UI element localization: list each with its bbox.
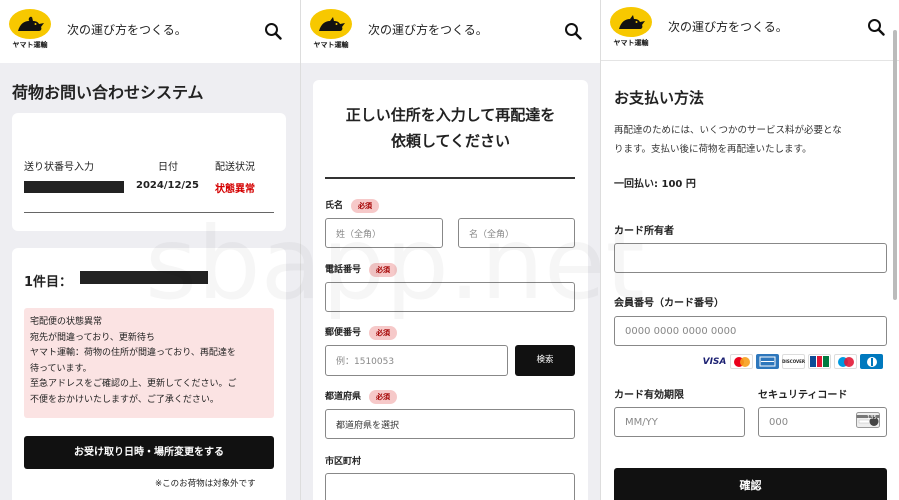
card-holder-input[interactable] <box>614 243 887 273</box>
name-label: 氏名 必須 <box>325 198 380 213</box>
date-value: 2024/12/25 <box>136 180 199 191</box>
card-number-input[interactable]: 0000 0000 0000 0000 <box>614 316 887 346</box>
redacted-item-number <box>80 271 208 284</box>
yamato-logo[interactable]: ヤマト運輸 <box>610 7 652 49</box>
divider <box>24 212 274 213</box>
status-badge: 状態異常 <box>215 184 255 195</box>
search-icon[interactable] <box>264 22 282 40</box>
confirm-button[interactable]: 確認 <box>614 468 887 500</box>
alert-line: 不便をおかけいたしますが、ご了承ください。 <box>30 394 219 405</box>
diners-icon <box>860 354 883 369</box>
amex-icon <box>756 354 779 369</box>
brand-name: ヤマト運輸 <box>12 41 48 49</box>
page-title: 荷物お問い合わせシステム <box>12 83 204 102</box>
alert-line: 宛先が間違っており、更新待ち <box>30 332 155 343</box>
payment-description-line2: ります。支払い後に荷物を再配達いたします。 <box>614 144 812 155</box>
alert-line: 宅配便の状態異常 <box>30 317 103 327</box>
slogan: 次の運び方をつくる。 <box>668 20 788 34</box>
tracking-panel: ヤマト運輸 次の運び方をつくる。 荷物お問い合わせシステム 送り状番号入力 日付… <box>0 0 300 500</box>
column-header-date: 日付 <box>158 162 178 173</box>
prefecture-label: 都道府県 必須 <box>325 389 398 404</box>
fee-amount: 一回払い: 100 円 <box>614 179 696 190</box>
site-header: ヤマト運輸 次の運び方をつくる。 <box>301 0 600 63</box>
site-header: ヤマト運輸 次の運び方をつくる。 <box>0 0 300 63</box>
address-panel: ヤマト運輸 次の運び方をつくる。 正しい住所を入力して再配達を 依頼してください… <box>300 0 600 500</box>
black-cat-icon <box>619 15 645 29</box>
footnote: ※このお荷物は対象外です <box>155 479 256 489</box>
scrollbar[interactable] <box>893 30 897 300</box>
slogan: 次の運び方をつくる。 <box>67 23 187 37</box>
visa-icon: VISA <box>702 354 727 369</box>
form-heading-line1: 正しい住所を入力して再配達を <box>345 106 556 124</box>
required-badge: 必須 <box>369 325 398 340</box>
black-cat-icon <box>18 16 44 31</box>
divider <box>325 177 575 179</box>
tracking-card: 送り状番号入力 日付 配送状況 2024/12/25 状態異常 <box>12 113 286 231</box>
cvc-placeholder: 000 <box>769 416 789 428</box>
last-name-input[interactable]: 姓（全角） <box>325 218 443 248</box>
postal-search-button[interactable]: 検索 <box>515 345 575 376</box>
required-badge: 必須 <box>369 262 398 277</box>
brand-name: ヤマト運輸 <box>313 41 349 49</box>
jcb-icon <box>808 354 831 369</box>
site-header: ヤマト運輸 次の運び方をつくる。 <box>601 0 899 60</box>
slogan: 次の運び方をつくる。 <box>368 23 488 37</box>
yamato-logo[interactable]: ヤマト運輸 <box>9 9 51 51</box>
card-number-label: 会員番号（カード番号） <box>614 298 724 309</box>
payment-description-line1: 再配達のためには、いくつかのサービス料が必要とな <box>614 125 842 136</box>
phone-label: 電話番号 必須 <box>325 262 398 277</box>
phone-input[interactable] <box>325 282 575 312</box>
alert-line: ヤマト運輸：荷物の住所が間違っており、再配達を <box>30 348 236 358</box>
item-label: 1件目： <box>24 275 73 290</box>
column-header-status: 配送状況 <box>215 162 255 173</box>
payment-title: お支払い方法 <box>614 89 705 107</box>
yamato-logo[interactable]: ヤマト運輸 <box>310 9 352 51</box>
alert-line: 至急アドレスをご確認の上、更新してください。ご <box>30 379 237 389</box>
header-divider <box>601 60 899 61</box>
required-badge: 必須 <box>369 389 398 404</box>
cvc-label: セキュリティコード <box>758 390 848 401</box>
prefecture-select[interactable]: 都道府県を選択 <box>325 409 575 439</box>
required-badge: 必須 <box>351 198 380 213</box>
postal-label: 郵便番号 必須 <box>325 325 398 340</box>
maestro-icon <box>834 354 857 369</box>
city-label: 市区町村 <box>325 457 362 467</box>
card-brand-list: VISA DISCOVER <box>702 354 883 369</box>
change-delivery-button[interactable]: お受け取り日時・場所変更をする <box>24 436 274 469</box>
cvc-hint-number: 135 <box>867 415 877 421</box>
status-alert: 宅配便の状態異常 宛先が間違っており、更新待ち ヤマト運輸：荷物の住所が間違って… <box>24 308 274 418</box>
redacted-tracking-number <box>24 181 124 193</box>
black-cat-icon <box>319 17 345 31</box>
form-heading-line2: 依頼してください <box>390 132 511 150</box>
discover-icon: DISCOVER <box>782 354 805 369</box>
mastercard-icon <box>730 354 753 369</box>
first-name-input[interactable]: 名（全角） <box>458 218 575 248</box>
city-input[interactable] <box>325 473 575 500</box>
payment-panel: ヤマト運輸 次の運び方をつくる。 お支払い方法 再配達のためには、いくつかのサー… <box>600 0 899 500</box>
alert-line: 待っています。 <box>30 363 92 374</box>
search-icon[interactable] <box>564 22 582 40</box>
postal-code-input[interactable]: 例：1510053 <box>325 345 508 376</box>
card-holder-label: カード所有者 <box>614 226 674 237</box>
search-icon[interactable] <box>867 18 885 36</box>
column-header-tracking: 送り状番号入力 <box>24 162 94 173</box>
expiry-input[interactable]: MM/YY <box>614 407 745 437</box>
brand-name: ヤマト運輸 <box>613 39 649 47</box>
expiry-label: カード有効期限 <box>614 390 684 401</box>
